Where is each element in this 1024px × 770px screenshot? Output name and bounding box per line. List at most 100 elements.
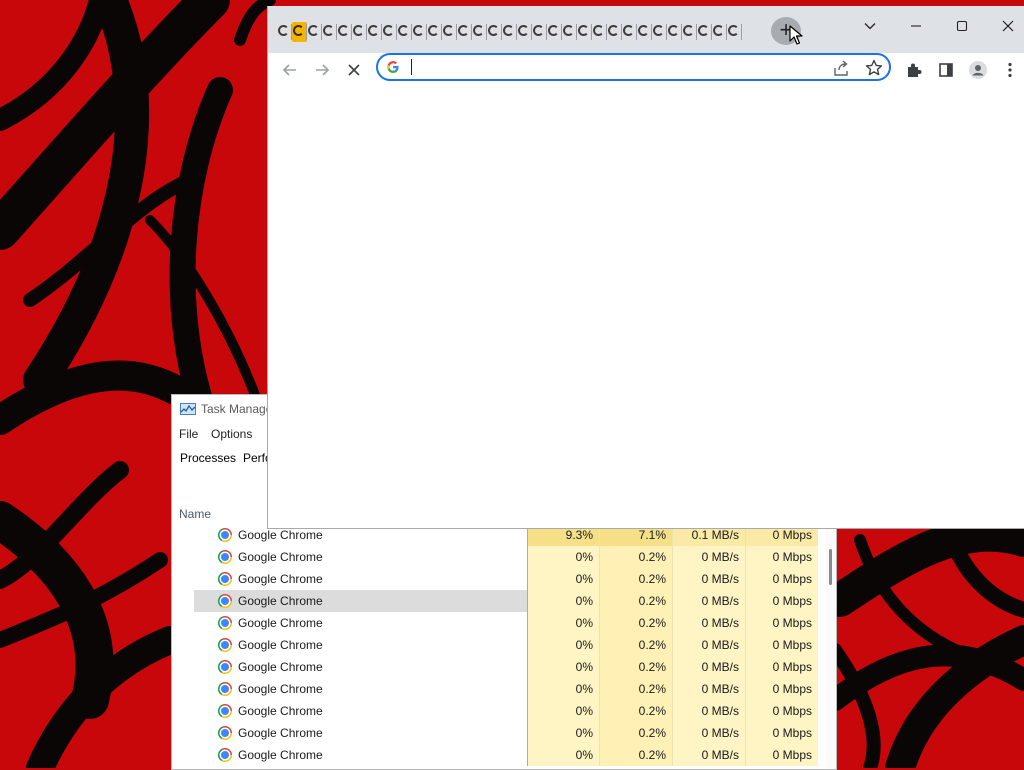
tab-favicon-icon [668, 25, 679, 36]
tab-favicon-icon [548, 25, 559, 36]
browser-tab[interactable] [607, 22, 622, 42]
disk-cell: 0 MB/s [672, 744, 745, 766]
browser-tab[interactable] [562, 22, 577, 42]
browser-tab[interactable] [487, 22, 502, 42]
browser-tab[interactable] [652, 22, 667, 42]
bookmark-star-icon[interactable] [864, 58, 884, 78]
cpu-cell: 0% [527, 744, 599, 766]
close-icon [1002, 20, 1014, 32]
memory-cell: 0.2% [599, 700, 672, 722]
close-button[interactable] [985, 12, 1024, 40]
browser-tab[interactable] [427, 22, 442, 42]
tab-favicon-icon [503, 25, 514, 36]
browser-tab[interactable] [727, 22, 742, 42]
tab-favicon-icon [653, 25, 664, 36]
side-panel-button[interactable] [932, 56, 960, 84]
browser-tab[interactable] [472, 22, 487, 42]
browser-tab[interactable] [277, 22, 292, 42]
tab-favicon-icon [638, 25, 649, 36]
disk-cell: 0 MB/s [672, 634, 745, 656]
scrollbar-thumb[interactable] [829, 549, 832, 585]
browser-tab[interactable] [367, 22, 382, 42]
browser-tab[interactable] [622, 22, 637, 42]
tab-favicon-icon [698, 25, 709, 36]
stop-loading-button[interactable] [340, 56, 368, 84]
process-row[interactable]: Google Chrome 0% 0.2% 0 MB/s 0 Mbps [172, 656, 818, 678]
tab-search-button[interactable] [847, 12, 893, 40]
minimize-button[interactable] [893, 12, 939, 40]
tab-favicon-icon [383, 25, 394, 36]
browser-tab[interactable] [697, 22, 712, 42]
process-name: Google Chrome [238, 528, 323, 542]
browser-tab[interactable] [352, 22, 367, 42]
process-row[interactable]: Google Chrome 0% 0.2% 0 MB/s 0 Mbps [172, 568, 818, 590]
process-name: Google Chrome [238, 660, 323, 674]
tab-favicon-icon [713, 25, 724, 36]
tab-favicon-icon [443, 25, 454, 36]
menu-file[interactable]: File [179, 427, 198, 441]
tab-processes[interactable]: Processes [180, 451, 236, 465]
browser-tab[interactable] [532, 22, 547, 42]
browser-tab[interactable] [457, 22, 472, 42]
browser-tab[interactable] [577, 22, 592, 42]
profile-button[interactable] [964, 56, 992, 84]
browser-tab[interactable] [667, 22, 682, 42]
process-row[interactable]: Google Chrome 0% 0.2% 0 MB/s 0 Mbps [172, 744, 818, 766]
process-row[interactable]: Google Chrome 0% 0.2% 0 MB/s 0 Mbps [172, 678, 818, 700]
back-button[interactable] [276, 56, 304, 84]
process-list-scrollbar[interactable] [826, 524, 836, 769]
network-cell: 0 Mbps [745, 656, 818, 678]
address-bar[interactable] [376, 53, 891, 81]
process-row[interactable]: Google Chrome 0% 0.2% 0 MB/s 0 Mbps [172, 590, 818, 612]
disk-cell: 0 MB/s [672, 590, 745, 612]
extensions-button[interactable] [900, 56, 928, 84]
browser-tab[interactable] [637, 22, 652, 42]
column-header-name[interactable]: Name [179, 507, 211, 521]
maximize-button[interactable] [939, 12, 985, 40]
cpu-cell: 0% [527, 722, 599, 744]
chrome-menu-button[interactable] [996, 56, 1024, 84]
browser-tab[interactable] [712, 22, 727, 42]
maximize-icon [956, 20, 968, 32]
cpu-cell: 0% [527, 634, 599, 656]
mouse-cursor-icon [789, 25, 803, 45]
process-name: Google Chrome [238, 682, 323, 696]
chrome-icon [218, 704, 232, 718]
browser-tab[interactable] [517, 22, 532, 42]
browser-tab[interactable] [337, 22, 352, 42]
browser-tab[interactable] [592, 22, 607, 42]
process-name: Google Chrome [238, 594, 323, 608]
process-list: Google Chrome 9.3% 7.1% 0.1 MB/s 0 Mbps Googl… [172, 524, 818, 766]
browser-tab[interactable] [397, 22, 412, 42]
menu-options[interactable]: Options [211, 427, 252, 441]
forward-button[interactable] [308, 56, 336, 84]
blank-page-content[interactable] [268, 86, 1024, 528]
chrome-icon [218, 726, 232, 740]
tab-favicon-icon [308, 25, 319, 36]
tab-favicon-icon [323, 25, 334, 36]
browser-tab[interactable] [292, 22, 307, 42]
process-row[interactable]: Google Chrome 0% 0.2% 0 MB/s 0 Mbps [172, 612, 818, 634]
browser-tab[interactable] [502, 22, 517, 42]
puzzle-icon [908, 63, 922, 77]
process-row[interactable]: Google Chrome 0% 0.2% 0 MB/s 0 Mbps [172, 722, 818, 744]
process-name: Google Chrome [238, 726, 323, 740]
browser-tab[interactable] [547, 22, 562, 42]
browser-tab[interactable] [307, 22, 322, 42]
share-icon[interactable] [832, 59, 852, 77]
browser-tab[interactable] [322, 22, 337, 42]
stop-loading-icon [348, 64, 360, 76]
tab-favicon-icon [563, 25, 574, 36]
disk-cell: 0 MB/s [672, 700, 745, 722]
browser-tab[interactable] [382, 22, 397, 42]
browser-tab[interactable] [682, 22, 697, 42]
process-row[interactable]: Google Chrome 0% 0.2% 0 MB/s 0 Mbps [172, 634, 818, 656]
process-row[interactable]: Google Chrome 0% 0.2% 0 MB/s 0 Mbps [172, 546, 818, 568]
process-row[interactable]: Google Chrome 0% 0.2% 0 MB/s 0 Mbps [172, 700, 818, 722]
chrome-icon [218, 616, 232, 630]
address-input[interactable] [410, 57, 800, 77]
chrome-icon [218, 528, 232, 542]
network-cell: 0 Mbps [745, 744, 818, 766]
browser-tab[interactable] [442, 22, 457, 42]
browser-tab[interactable] [412, 22, 427, 42]
